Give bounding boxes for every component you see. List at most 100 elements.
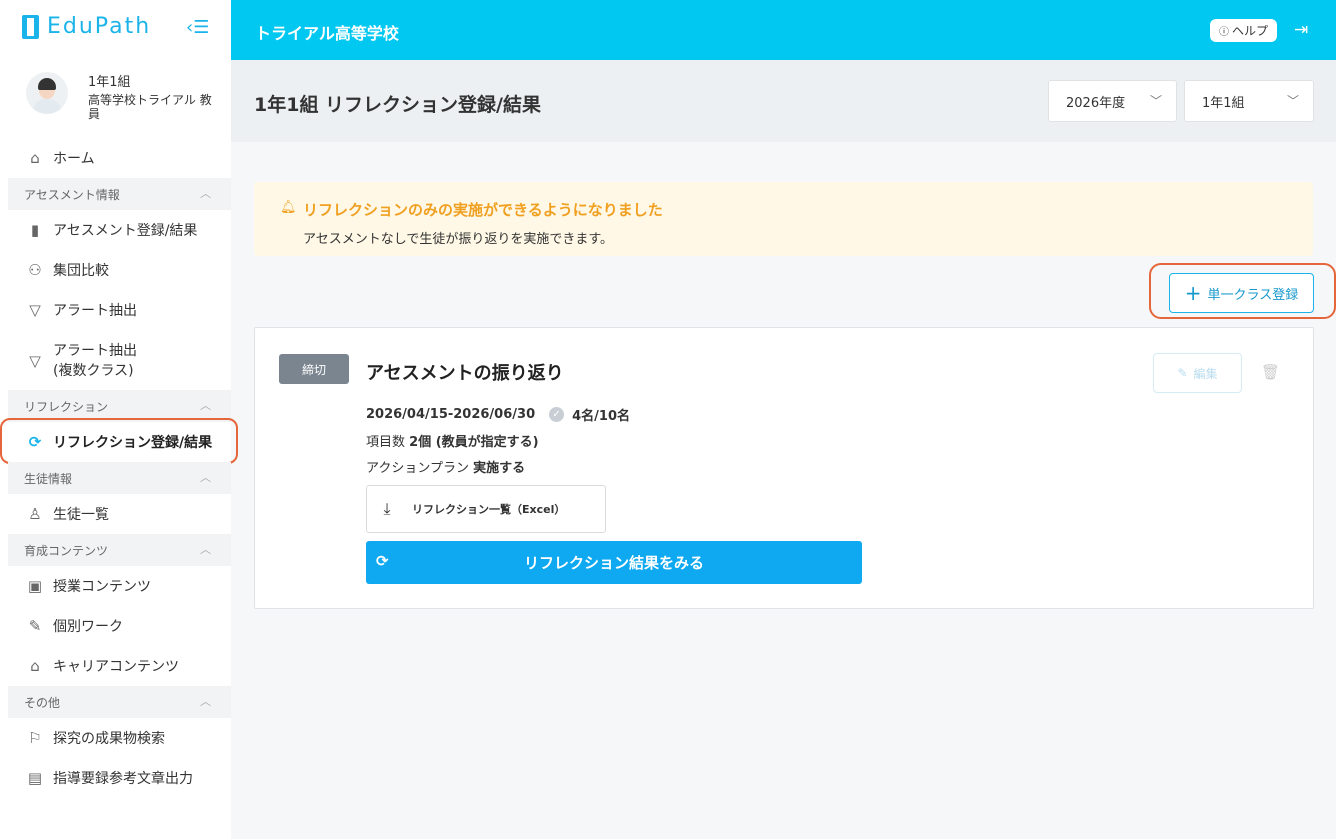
items-value: 2個 (教員が指定する)	[409, 435, 539, 450]
status-badge: 締切	[279, 354, 349, 384]
profile-class: 1年1組	[88, 75, 131, 90]
users-icon: ⚇	[28, 261, 42, 279]
register-single-class-button[interactable]: + 単一クラス登録	[1169, 273, 1314, 313]
section-label: その他	[24, 695, 61, 710]
sidebar-item-label: 集団比較	[53, 263, 109, 279]
plus-icon: +	[1184, 281, 1202, 305]
logo-mark-icon	[22, 14, 39, 39]
chevron-up-icon: ︿	[200, 471, 211, 484]
view-results-label: リフレクション結果をみる	[523, 554, 704, 572]
notice-body: アセスメントなしで生徒が振り返りを実施できます。	[303, 232, 614, 247]
sidebar-item-individual-work[interactable]: ✎ 個別ワーク	[0, 606, 231, 646]
sidebar-item-guidance-output[interactable]: ▤ 指導要録参考文章出力	[0, 758, 231, 798]
section-assessment[interactable]: アセスメント情報 ︿	[8, 178, 231, 210]
chevron-down-icon: ﹀	[1149, 94, 1162, 108]
year-select[interactable]: 2026年度 ﹀	[1048, 80, 1177, 122]
action-label: アクションプラン	[366, 461, 469, 476]
sidebar-item-label: 探究の成果物検索	[53, 731, 165, 747]
document-icon: ▤	[27, 769, 43, 787]
class-select-value: 1年1組	[1202, 95, 1245, 111]
card-title: アセスメントの振り返り	[366, 363, 564, 384]
section-student[interactable]: 生徒情報 ︿	[8, 462, 231, 494]
id-card-icon: ▣	[27, 577, 43, 595]
sidebar: EduPath ‹☰ 1年1組 高等学校トライアル 教員 ⌂ ホーム アセスメン…	[0, 0, 238, 839]
graduation-cap-icon: ⌂	[30, 657, 40, 675]
sidebar-item-assessment-register[interactable]: ▮ アセスメント登録/結果	[0, 210, 231, 250]
sidebar-item-label: アセスメント登録/結果	[53, 223, 198, 239]
sidebar-item-label: ホーム	[53, 151, 95, 167]
label-line-1: アラート抽出	[53, 343, 137, 359]
register-label: 単一クラス登録	[1207, 287, 1299, 303]
sidebar-item-home[interactable]: ⌂ ホーム	[0, 138, 231, 178]
sidebar-item-career-content[interactable]: ⌂ キャリアコンテンツ	[0, 646, 231, 686]
section-label: 生徒情報	[24, 471, 73, 486]
section-content[interactable]: 育成コンテンツ ︿	[8, 534, 231, 566]
section-other[interactable]: その他 ︿	[8, 686, 231, 718]
page-title: 1年1組 リフレクション登録/結果	[254, 94, 541, 116]
view-results-button[interactable]: ⟳ リフレクション結果をみる	[366, 541, 862, 584]
sidebar-item-label: 生徒一覧	[53, 507, 109, 523]
edit-button[interactable]: ✎ 編集	[1153, 353, 1242, 393]
edit-label: 編集	[1193, 366, 1218, 381]
flag-icon: ⚐	[28, 729, 42, 747]
check-circle-icon: ✓	[549, 407, 565, 422]
sidebar-item-label: キャリアコンテンツ	[53, 659, 179, 675]
home-icon: ⌂	[30, 149, 40, 167]
sidebar-item-student-list[interactable]: ♙ 生徒一覧	[0, 494, 231, 534]
download-icon: ⤓	[383, 499, 391, 518]
highlight-outline	[0, 418, 238, 464]
sidebar-item-label: 指導要録参考文章出力	[53, 771, 193, 787]
filter-icon: ▽	[29, 352, 41, 370]
items-row: 項目数 2個 (教員が指定する)	[366, 431, 539, 450]
top-bar: トライアル高等学校 ⓘ ヘルプ ⇥	[231, 0, 1336, 60]
class-select[interactable]: 1年1組 ﹀	[1184, 80, 1314, 122]
help-label: ヘルプ	[1232, 24, 1269, 38]
bell-icon: 🔔︎	[280, 200, 297, 215]
download-excel-button[interactable]: ⤓ リフレクション一覧（Excel）	[366, 485, 606, 533]
trash-icon[interactable]: 🗑︎	[1261, 363, 1280, 381]
chevron-up-icon: ︿	[200, 695, 211, 708]
notice-banner: 🔔︎ リフレクションのみの実施ができるようになりました アセスメントなしで生徒が…	[254, 182, 1313, 256]
action-value: 実施する	[473, 461, 526, 476]
period: 2026/04/15-2026/06/30	[366, 407, 536, 422]
sidebar-collapse-icon[interactable]: ‹☰	[186, 17, 209, 38]
action-plan-row: アクションプラン 実施する	[366, 457, 525, 476]
logo[interactable]: EduPath	[22, 14, 151, 39]
school-name: トライアル高等学校	[255, 24, 399, 43]
logout-icon[interactable]: ⇥	[1294, 20, 1308, 40]
refresh-icon: ⟳	[376, 552, 389, 570]
sidebar-item-label: 個別ワーク	[53, 619, 123, 635]
sidebar-item-label: 授業コンテンツ	[53, 579, 151, 595]
label-line-2: (複数クラス)	[53, 363, 134, 379]
year-select-value: 2026年度	[1066, 95, 1126, 111]
profile-role: 高等学校トライアル 教員	[88, 93, 212, 121]
chevron-up-icon: ︿	[200, 399, 211, 412]
download-label: リフレクション一覧（Excel）	[412, 503, 566, 516]
bar-chart-icon: ▮	[30, 221, 40, 239]
sidebar-item-label: アラート抽出	[53, 303, 137, 319]
logo-text: EduPath	[47, 14, 152, 39]
sidebar-item-inquiry-search[interactable]: ⚐ 探究の成果物検索	[0, 718, 231, 758]
question-icon: ⓘ	[1219, 27, 1229, 38]
section-label: アセスメント情報	[24, 187, 120, 202]
help-button[interactable]: ⓘ ヘルプ	[1210, 19, 1278, 42]
sidebar-item-group-compare[interactable]: ⚇ 集団比較	[0, 250, 231, 290]
section-label: 育成コンテンツ	[24, 543, 109, 558]
response-count: 4名/10名	[572, 409, 631, 424]
items-label: 項目数	[366, 435, 406, 450]
page-header: 1年1組 リフレクション登録/結果 2026年度 ﹀ 1年1組 ﹀	[231, 60, 1336, 142]
chevron-up-icon: ︿	[200, 187, 211, 200]
sidebar-item-lesson-content[interactable]: ▣ 授業コンテンツ	[0, 566, 231, 606]
avatar	[26, 72, 68, 114]
filter-icon: ▽	[29, 301, 41, 319]
period-row: 2026/04/15-2026/06/30 ✓ 4名/10名	[366, 405, 630, 424]
chevron-down-icon: ﹀	[1286, 94, 1299, 108]
sidebar-item-alert-extract[interactable]: ▽ アラート抽出	[0, 290, 231, 330]
user-profile: 1年1組 高等学校トライアル 教員	[26, 70, 226, 130]
pencil-icon: ✎	[1177, 366, 1188, 380]
reflection-card: 締切 アセスメントの振り返り ✎ 編集 🗑︎ 2026/04/15-2026/0…	[254, 327, 1314, 609]
user-icon: ♙	[28, 505, 42, 523]
section-label: リフレクション	[24, 399, 109, 414]
sidebar-item-alert-extract-multi[interactable]: ▽ アラート抽出 (複数クラス)	[0, 337, 231, 385]
sidebar-item-label: アラート抽出 (複数クラス)	[53, 341, 137, 381]
